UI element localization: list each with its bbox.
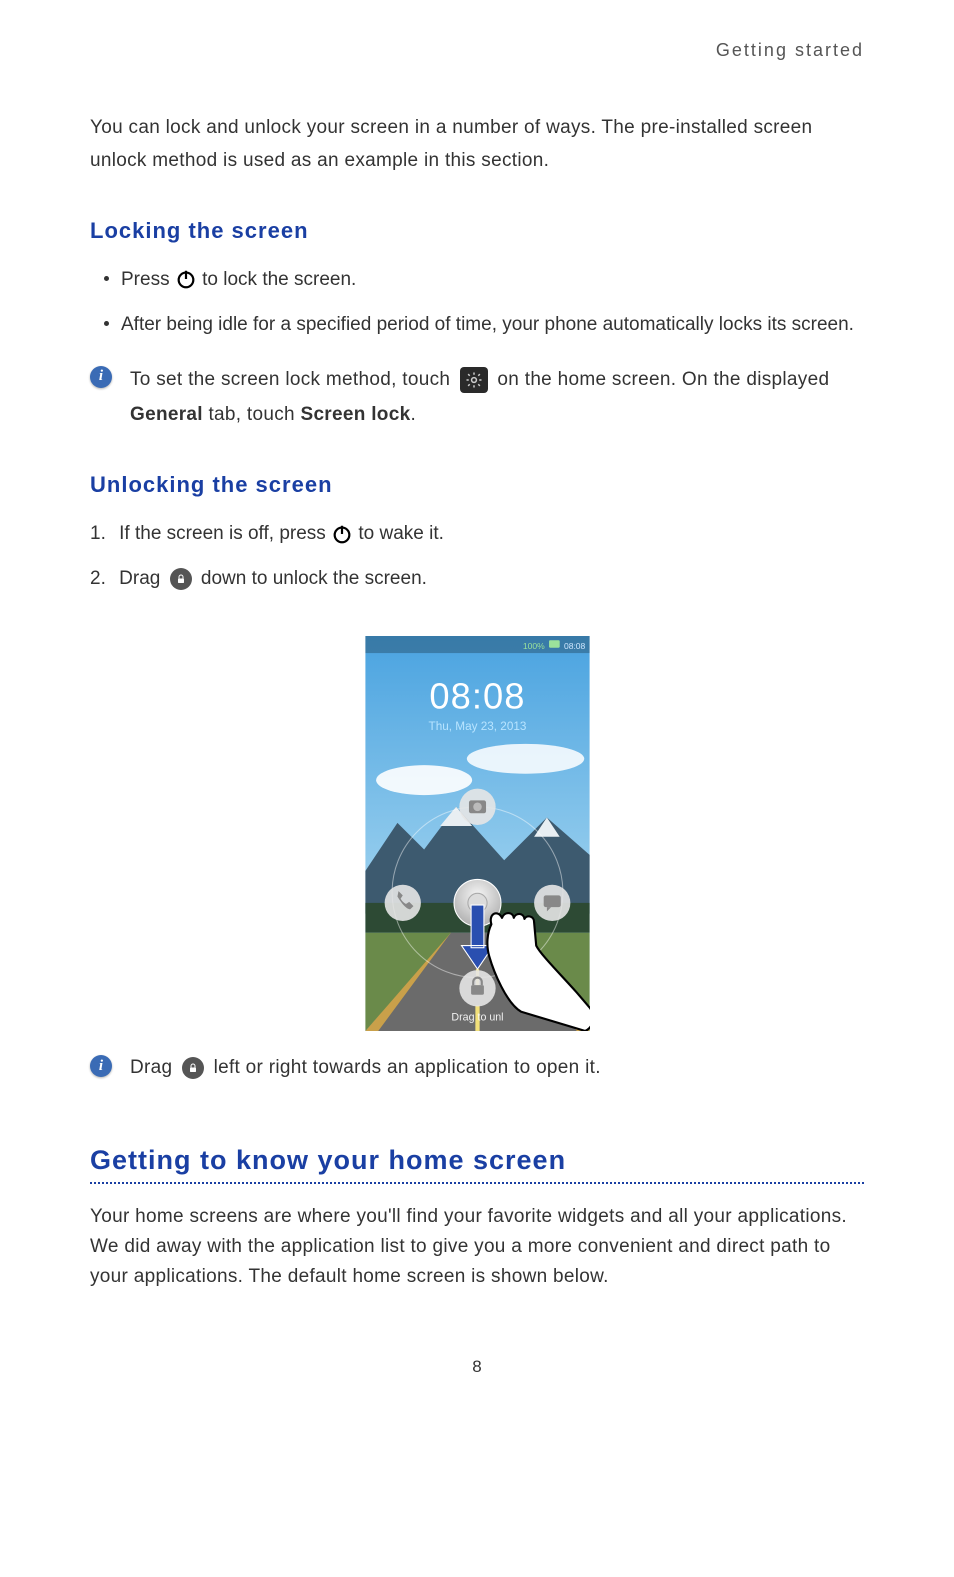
bullet1-after: to lock the screen.	[202, 269, 356, 290]
lockscreen-target-phone	[384, 885, 420, 921]
bullet-dot-icon	[104, 276, 109, 281]
status-signal: 100%	[522, 641, 544, 651]
lock-icon	[182, 1057, 204, 1079]
bullet-dot-icon	[104, 321, 109, 326]
note-mid2: tab, touch	[203, 404, 301, 425]
info-note-drag-sideways: i Drag left or right towards an applicat…	[90, 1051, 864, 1084]
bullet-lock-press-power: Press to lock the screen.	[104, 262, 864, 297]
power-icon	[175, 268, 197, 290]
lockscreen-target-camera	[459, 789, 495, 825]
info-icon: i	[90, 366, 112, 388]
bullet-idle-lock: After being idle for a specified period …	[104, 307, 864, 342]
info-icon: i	[90, 1055, 112, 1077]
step2-after: down to unlock the screen.	[201, 568, 427, 589]
step1-before: If the screen is off, press	[119, 523, 331, 544]
ordinal-1: 1.	[90, 523, 106, 544]
power-icon	[331, 523, 353, 545]
lockscreen-figure: 100% 08:08	[365, 636, 590, 1031]
note-after: .	[410, 404, 416, 425]
heading-unlocking: Unlocking the screen	[90, 472, 864, 498]
running-header: Getting started	[90, 40, 864, 61]
note2-after: left or right towards an application to …	[214, 1057, 601, 1078]
bullet1-before: Press	[121, 269, 175, 290]
step2-before: Drag	[119, 568, 165, 589]
lockscreen-target-unlock	[459, 970, 495, 1006]
step1-after: to wake it.	[358, 523, 444, 544]
lock-icon	[170, 568, 192, 590]
lockscreen-clock: 08:08	[429, 676, 525, 717]
lockscreen-hint: Drag to unl	[451, 1012, 503, 1024]
status-time: 08:08	[563, 641, 585, 651]
note2-before: Drag	[130, 1057, 178, 1078]
step-1-wake: 1. If the screen is off, press to wake i…	[90, 516, 864, 551]
lockscreen-date: Thu, May 23, 2013	[428, 720, 526, 733]
step-2-drag-unlock: 2. Drag down to unlock the screen.	[90, 561, 864, 596]
lockscreen-target-messages	[534, 885, 570, 921]
homescreen-paragraph: Your home screens are where you'll find …	[90, 1202, 864, 1293]
note-bold-general: General	[130, 404, 203, 425]
note-mid: on the home screen. On the displayed	[497, 369, 829, 390]
note-before: To set the screen lock method, touch	[130, 369, 456, 390]
ordinal-2: 2.	[90, 568, 106, 589]
settings-icon	[460, 367, 488, 393]
bullet2-text: After being idle for a specified period …	[121, 307, 854, 342]
info-note-lock-method: i To set the screen lock method, touch o…	[90, 362, 864, 432]
page-number: 8	[0, 1357, 954, 1377]
note-bold-screenlock: Screen lock	[300, 404, 410, 425]
intro-paragraph: You can lock and unlock your screen in a…	[90, 111, 864, 178]
heading-home-screen: Getting to know your home screen	[90, 1145, 864, 1176]
dotted-divider	[90, 1182, 864, 1184]
heading-locking: Locking the screen	[90, 218, 864, 244]
